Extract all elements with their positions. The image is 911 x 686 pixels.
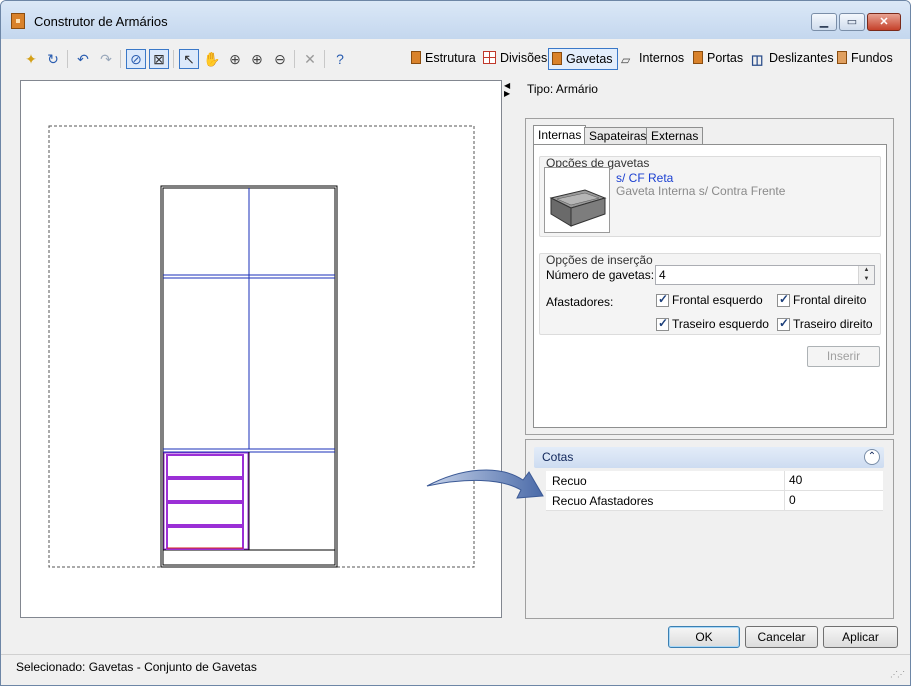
- select-pointer-icon[interactable]: ↖: [179, 49, 199, 69]
- numero-gavetas-value: 4: [659, 268, 666, 282]
- refresh-icon[interactable]: ↻: [43, 49, 63, 69]
- checkbox-checked-icon: [777, 316, 790, 331]
- quantity-stepper[interactable]: ▲ ▼: [858, 266, 874, 284]
- chevron-up-icon[interactable]: ⌃: [864, 449, 880, 465]
- minimize-button[interactable]: ▁: [811, 13, 837, 31]
- design-canvas[interactable]: [20, 80, 502, 618]
- drawer-box-icon: [549, 189, 607, 227]
- view-mode-icon[interactable]: ⊘: [126, 49, 146, 69]
- cancelar-button[interactable]: Cancelar: [745, 626, 818, 648]
- property-value-recuo[interactable]: 40: [784, 471, 883, 491]
- toolbar-separator: [173, 50, 174, 68]
- title-bar: Construtor de Armários ▁ ▭ ✕: [1, 1, 910, 39]
- status-bar: Selecionado: Gavetas - Conjunto de Gavet…: [1, 654, 910, 685]
- frontal-esquerdo-checkbox[interactable]: Frontal esquerdo: [656, 292, 763, 307]
- property-row-recuo-afastadores[interactable]: Recuo Afastadores 0: [546, 491, 883, 511]
- subtab-externas[interactable]: Externas: [646, 127, 704, 144]
- drawer-type-title[interactable]: s/ CF Reta: [616, 171, 673, 185]
- new-icon[interactable]: ✦: [21, 49, 41, 69]
- zoom-in-icon[interactable]: ⊕: [247, 49, 267, 69]
- toolbar-separator: [120, 50, 121, 68]
- ok-button[interactable]: OK: [668, 626, 740, 648]
- close-button[interactable]: ✕: [867, 13, 901, 31]
- tab-internos[interactable]: ▱ Internos: [618, 48, 688, 70]
- redo-icon[interactable]: ↷: [96, 49, 116, 69]
- cabinet-drawing: [48, 125, 475, 568]
- traseiro-direito-checkbox[interactable]: Traseiro direito: [777, 316, 873, 331]
- pan-hand-icon[interactable]: ✋: [202, 49, 222, 69]
- checkbox-checked-icon: [656, 316, 669, 331]
- checkbox-checked-icon: [656, 292, 669, 307]
- zoom-extents-icon[interactable]: ⊕: [225, 49, 245, 69]
- pointer-arrow-graphic: [426, 469, 544, 499]
- cabinet-icon: [411, 51, 421, 64]
- panel-collapse-arrows[interactable]: ◀ ▶: [504, 82, 514, 98]
- property-name: Recuo: [552, 474, 587, 488]
- numero-gavetas-input[interactable]: 4 ▲ ▼: [655, 265, 875, 285]
- toolbar: ✦ ↻ ↶ ↷ ⊘ ⊠ ↖ ✋ ⊕ ⊕ ⊖ ✕ ? Estrutura Divi…: [1, 45, 910, 73]
- subtab-internas[interactable]: Internas: [533, 125, 587, 145]
- frontal-direito-checkbox[interactable]: Frontal direito: [777, 292, 866, 307]
- cabinet-app-icon: [11, 13, 25, 29]
- tab-estrutura[interactable]: Estrutura: [408, 48, 480, 70]
- toolbar-separator: [324, 50, 325, 68]
- frame-mode-icon[interactable]: ⊠: [149, 49, 169, 69]
- tab-gavetas[interactable]: Gavetas: [548, 48, 618, 70]
- toolbar-separator: [294, 50, 295, 68]
- tipo-label: Tipo: Armário: [527, 82, 598, 96]
- drawer-type-subtitle: Gaveta Interna s/ Contra Frente: [616, 184, 786, 198]
- subtab-sapateiras[interactable]: Sapateiras: [584, 127, 652, 144]
- window-title: Construtor de Armários: [34, 14, 168, 29]
- zoom-out-icon[interactable]: ⊖: [270, 49, 290, 69]
- property-value-recuo-afastadores[interactable]: 0: [784, 491, 883, 511]
- checkbox-checked-icon: [777, 292, 790, 307]
- delete-icon[interactable]: ✕: [300, 49, 320, 69]
- status-text: Selecionado: Gavetas - Conjunto de Gavet…: [16, 660, 257, 674]
- grid-icon: [483, 51, 496, 64]
- main-window: Construtor de Armários ▁ ▭ ✕ ✦ ↻ ↶ ↷ ⊘ ⊠…: [0, 0, 911, 686]
- internals-icon: ▱: [621, 53, 631, 67]
- aplicar-button[interactable]: Aplicar: [823, 626, 898, 648]
- traseiro-esquerdo-checkbox[interactable]: Traseiro esquerdo: [656, 316, 769, 331]
- inserir-button[interactable]: Inserir: [807, 346, 880, 367]
- afastadores-label: Afastadores:: [546, 295, 614, 309]
- drawer-thumbnail[interactable]: [544, 167, 610, 233]
- help-icon[interactable]: ?: [330, 49, 350, 69]
- drawer-icon: [552, 52, 562, 65]
- property-row-recuo[interactable]: Recuo 40: [546, 471, 883, 491]
- sliding-doors-icon: ◫: [751, 52, 764, 67]
- cotas-header[interactable]: Cotas ⌃: [534, 447, 884, 468]
- property-name: Recuo Afastadores: [552, 494, 654, 508]
- maximize-button[interactable]: ▭: [839, 13, 865, 31]
- toolbar-separator: [67, 50, 68, 68]
- tab-deslizantes[interactable]: ◫ Deslizantes: [748, 48, 838, 70]
- opcoes-insercao-title: Opções de inserção: [546, 253, 653, 267]
- tab-fundos[interactable]: Fundos: [834, 48, 897, 70]
- tab-divisoes[interactable]: Divisões: [480, 48, 551, 70]
- door-icon: [693, 51, 703, 64]
- undo-icon[interactable]: ↶: [73, 49, 93, 69]
- numero-gavetas-label: Número de gavetas:: [546, 268, 655, 282]
- tab-portas[interactable]: Portas: [690, 48, 747, 70]
- resize-grip-icon[interactable]: ⋰⋰: [890, 670, 905, 679]
- back-panel-icon: [837, 51, 847, 64]
